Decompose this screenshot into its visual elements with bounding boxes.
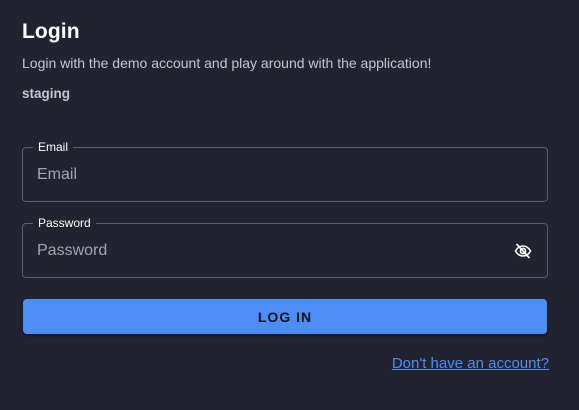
email-field[interactable]: Email	[22, 139, 548, 202]
eye-off-icon[interactable]	[514, 243, 532, 259]
login-button[interactable]: LOG IN	[23, 299, 547, 334]
email-input[interactable]	[37, 148, 497, 201]
environment-label: staging	[22, 86, 71, 101]
password-field[interactable]: Password	[22, 215, 548, 278]
password-input[interactable]	[37, 224, 497, 277]
page-title: Login	[22, 20, 80, 43]
signup-link[interactable]: Don't have an account?	[392, 355, 549, 372]
page-subtitle: Login with the demo account and play aro…	[22, 55, 432, 71]
